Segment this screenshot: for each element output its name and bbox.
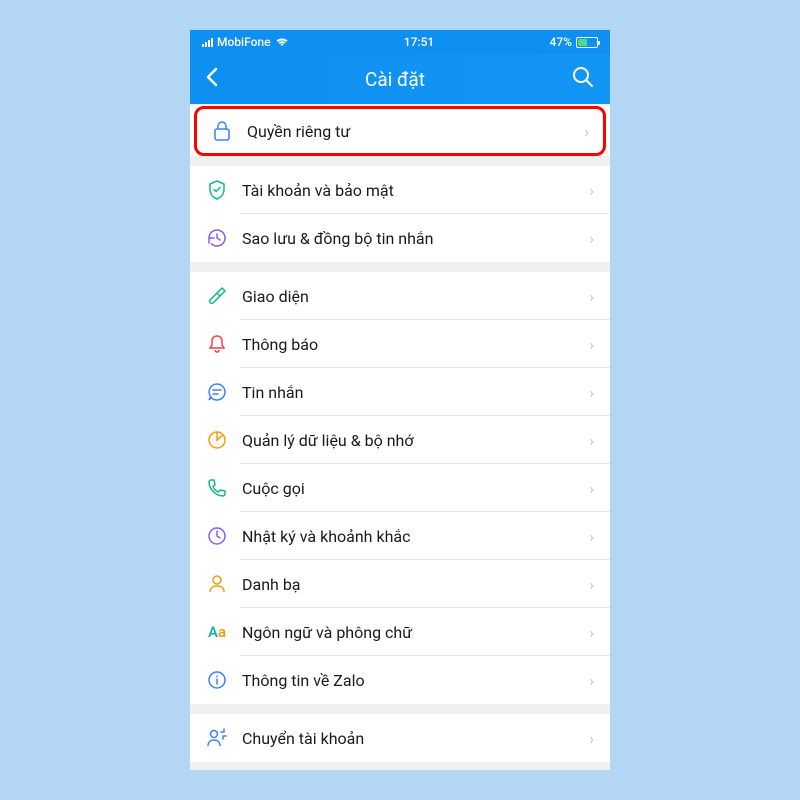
chevron-right-icon: › <box>589 671 594 690</box>
row-label: Cuộc gọi <box>242 479 589 498</box>
time-label: 17:51 <box>404 35 434 49</box>
row-privacy[interactable]: Quyền riêng tư › <box>194 106 606 156</box>
chevron-right-icon: › <box>589 287 594 306</box>
row-account-security[interactable]: Tài khoản và bảo mật › <box>190 166 610 214</box>
row-label: Nhật ký và khoảnh khắc <box>242 527 589 546</box>
back-button[interactable] <box>206 65 218 93</box>
phone-screen: MobiFone 17:51 47% Cài đặt <box>190 30 610 770</box>
person-icon <box>206 573 228 595</box>
clock-icon <box>206 525 228 547</box>
bell-icon <box>206 333 228 355</box>
row-notifications[interactable]: Thông báo › <box>190 320 610 368</box>
section: Chuyển tài khoản › <box>190 714 610 762</box>
status-bar: MobiFone 17:51 47% <box>190 30 610 54</box>
battery-icon <box>576 37 598 48</box>
shield-icon <box>206 179 228 201</box>
row-label: Tin nhắn <box>242 383 589 402</box>
chevron-right-icon: › <box>589 479 594 498</box>
row-backup-sync[interactable]: Sao lưu & đồng bộ tin nhắn › <box>190 214 610 262</box>
chevron-right-icon: › <box>589 729 594 748</box>
status-left: MobiFone <box>202 35 289 49</box>
row-interface[interactable]: Giao diện › <box>190 272 610 320</box>
pie-chart-icon <box>206 429 228 451</box>
row-label: Sao lưu & đồng bộ tin nhắn <box>242 229 589 248</box>
info-icon <box>206 669 228 691</box>
row-label: Thông báo <box>242 335 589 354</box>
chevron-right-icon: › <box>589 527 594 546</box>
chevron-right-icon: › <box>589 383 594 402</box>
row-label: Quản lý dữ liệu & bộ nhớ <box>242 431 589 450</box>
page-title: Cài đặt <box>218 68 572 91</box>
nav-bar: Cài đặt <box>190 54 610 104</box>
section: Tài khoản và bảo mật › Sao lưu & đồng bộ… <box>190 166 610 262</box>
switch-account-icon <box>206 727 228 749</box>
row-language-font[interactable]: Aa Ngôn ngữ và phông chữ › <box>190 608 610 656</box>
wifi-icon <box>275 37 289 47</box>
row-label: Chuyển tài khoản <box>242 729 589 748</box>
signal-icon <box>202 37 213 47</box>
font-icon: Aa <box>206 621 228 643</box>
row-contacts[interactable]: Danh bạ › <box>190 560 610 608</box>
row-about[interactable]: Thông tin về Zalo › <box>190 656 610 704</box>
search-icon <box>572 66 594 88</box>
row-calls[interactable]: Cuộc gọi › <box>190 464 610 512</box>
history-icon <box>206 227 228 249</box>
lock-icon <box>211 120 233 142</box>
phone-icon <box>206 477 228 499</box>
row-label: Quyền riêng tư <box>247 122 584 141</box>
message-icon <box>206 381 228 403</box>
row-label: Tài khoản và bảo mật <box>242 181 589 200</box>
section: Giao diện › Thông báo › <box>190 272 610 704</box>
chevron-right-icon: › <box>589 431 594 450</box>
row-data-storage[interactable]: Quản lý dữ liệu & bộ nhớ › <box>190 416 610 464</box>
chevron-right-icon: › <box>589 575 594 594</box>
row-diary-moments[interactable]: Nhật ký và khoảnh khắc › <box>190 512 610 560</box>
section: Quyền riêng tư › <box>190 106 610 156</box>
search-button[interactable] <box>572 66 594 92</box>
settings-list: Quyền riêng tư › Tài khoản và bảo mật › <box>190 106 610 762</box>
brush-icon <box>206 285 228 307</box>
row-label: Ngôn ngữ và phông chữ <box>242 623 589 642</box>
row-label: Giao diện <box>242 287 589 306</box>
chevron-right-icon: › <box>589 229 594 248</box>
row-label: Thông tin về Zalo <box>242 671 589 690</box>
chevron-right-icon: › <box>589 181 594 200</box>
battery-label: 47% <box>550 35 572 49</box>
chevron-right-icon: › <box>584 122 589 141</box>
chevron-right-icon: › <box>589 335 594 354</box>
chevron-right-icon: › <box>589 623 594 642</box>
row-label: Danh bạ <box>242 575 589 594</box>
row-switch-account[interactable]: Chuyển tài khoản › <box>190 714 610 762</box>
status-right: 47% <box>550 35 598 49</box>
carrier-label: MobiFone <box>217 35 271 49</box>
row-messages[interactable]: Tin nhắn › <box>190 368 610 416</box>
